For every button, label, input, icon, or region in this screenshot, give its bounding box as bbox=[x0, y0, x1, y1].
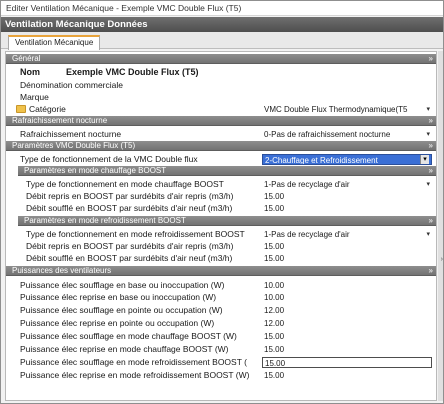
puissance-label: Puissance élec reprise en mode chauffage… bbox=[20, 344, 229, 354]
row-puissance-6: Puissance élec reprise en mode chauffage… bbox=[6, 344, 436, 355]
chevron-double-up-icon[interactable]: » bbox=[429, 116, 433, 126]
boost-chauffage-type-select[interactable]: 1-Pas de recyclage d'air ▾ bbox=[262, 179, 432, 190]
puissance-label: Puissance élec soufflage en mode refroid… bbox=[20, 357, 247, 367]
dropdown-arrow-icon[interactable]: ▾ bbox=[426, 129, 430, 140]
row-nom: Nom Exemple VMC Double Flux (T5) bbox=[6, 67, 436, 78]
puissance-label: Puissance élec reprise en pointe ou occu… bbox=[20, 318, 215, 328]
section-puissances[interactable]: Puissances des ventilateurs » bbox=[6, 266, 436, 276]
row-puissance-4: Puissance élec reprise en pointe ou occu… bbox=[6, 318, 436, 329]
puissance-field[interactable]: 15.00 bbox=[262, 357, 432, 368]
row-boost-chauffage-debit-souffle: Débit soufflé en BOOST par surdébits d'a… bbox=[6, 203, 436, 214]
chevron-double-up-icon[interactable]: » bbox=[429, 141, 433, 151]
row-puissance-1: Puissance élec soufflage en base ou inoc… bbox=[6, 280, 436, 291]
boost-refroid-type-value: 1-Pas de recyclage d'air bbox=[264, 230, 350, 239]
type-fonctionnement-select[interactable]: 2-Chauffage et Refroidissement ▾ bbox=[262, 154, 432, 165]
dropdown-arrow-icon[interactable]: ▾ bbox=[420, 155, 429, 164]
section-boost-refroid[interactable]: Paramètres en mode refroidissement BOOST… bbox=[18, 216, 436, 226]
marque-label: Marque bbox=[20, 92, 49, 102]
row-puissance-5: Puissance élec soufflage en mode chauffa… bbox=[6, 331, 436, 342]
puissance-field[interactable]: 10.00 bbox=[262, 280, 432, 291]
tab-bar: Ventilation Mécanique bbox=[1, 32, 443, 50]
puissance-field[interactable]: 10.00 bbox=[262, 292, 432, 303]
rafraichissement-label: Rafraichissement nocturne bbox=[20, 129, 122, 139]
nom-label: Nom bbox=[20, 67, 40, 77]
categorie-select[interactable]: VMC Double Flux Thermodynamique(T5 ▾ bbox=[262, 104, 432, 115]
row-marque: Marque bbox=[6, 92, 436, 103]
boost-refroid-debit-souffle-field[interactable]: 15.00 bbox=[262, 253, 432, 264]
puissance-field[interactable]: 15.00 bbox=[262, 331, 432, 342]
type-fonctionnement-label: Type de fonctionnement de la VMC Double … bbox=[20, 154, 198, 164]
boost-chauffage-type-value: 1-Pas de recyclage d'air bbox=[264, 180, 350, 189]
row-puissance-7: Puissance élec soufflage en mode refroid… bbox=[6, 357, 436, 368]
section-title: Paramètres en mode chauffage BOOST bbox=[24, 166, 167, 175]
denomination-label: Dénomination commerciale bbox=[20, 80, 123, 90]
boost-refroid-debit-souffle-label: Débit soufflé en BOOST par surdébits d'a… bbox=[26, 253, 233, 263]
categorie-label: Catégorie bbox=[29, 104, 66, 114]
section-title: Général bbox=[12, 54, 41, 63]
chevron-right-icon[interactable]: › bbox=[441, 256, 443, 263]
section-title: Paramètres en mode refroidissement BOOST bbox=[24, 216, 186, 225]
section-boost-chauffage[interactable]: Paramètres en mode chauffage BOOST » bbox=[18, 166, 436, 176]
row-puissance-2: Puissance élec reprise en base ou inoccu… bbox=[6, 292, 436, 303]
dialog-window: Editer Ventilation Mécanique - Exemple V… bbox=[0, 0, 444, 404]
section-rafraichissement[interactable]: Rafraichissement nocturne » bbox=[6, 116, 436, 126]
section-parametres[interactable]: Paramètres VMC Double Flux (T5) » bbox=[6, 141, 436, 151]
row-boost-refroid-type: Type de fonctionnement en mode refroidis… bbox=[6, 229, 436, 240]
puissance-label: Puissance élec soufflage en base ou inoc… bbox=[20, 280, 225, 290]
section-general[interactable]: Général » bbox=[6, 54, 436, 64]
section-title: Puissances des ventilateurs bbox=[12, 266, 112, 275]
boost-refroid-type-select[interactable]: 1-Pas de recyclage d'air ▾ bbox=[262, 229, 432, 240]
rafraichissement-value: 0-Pas de rafraichissement nocturne bbox=[264, 130, 391, 139]
chevron-double-up-icon[interactable]: » bbox=[429, 216, 433, 226]
puissance-label: Puissance élec soufflage en pointe ou oc… bbox=[20, 305, 223, 315]
row-boost-refroid-debit-souffle: Débit soufflé en BOOST par surdébits d'a… bbox=[6, 253, 436, 264]
chevron-double-up-icon[interactable]: » bbox=[429, 166, 433, 176]
boost-chauffage-type-label: Type de fonctionnement en mode chauffage… bbox=[26, 179, 224, 189]
dropdown-arrow-icon[interactable]: ▾ bbox=[426, 104, 430, 115]
type-fonctionnement-value: 2-Chauffage et Refroidissement bbox=[265, 156, 378, 165]
row-puissance-8: Puissance élec reprise en mode refroidis… bbox=[6, 370, 436, 381]
dropdown-arrow-icon[interactable]: ▾ bbox=[426, 229, 430, 240]
tab-ventilation-mecanique[interactable]: Ventilation Mécanique bbox=[8, 35, 101, 50]
boost-chauffage-debit-repris-label: Débit repris en BOOST par surdébits d'ai… bbox=[26, 191, 234, 201]
window-title: Editer Ventilation Mécanique - Exemple V… bbox=[1, 1, 443, 16]
boost-refroid-type-label: Type de fonctionnement en mode refroidis… bbox=[26, 229, 245, 239]
section-title: Rafraichissement nocturne bbox=[12, 116, 108, 125]
rafraichissement-select[interactable]: 0-Pas de rafraichissement nocturne ▾ bbox=[262, 129, 432, 140]
puissance-field[interactable]: 15.00 bbox=[262, 344, 432, 355]
row-categorie: Catégorie VMC Double Flux Thermodynamiqu… bbox=[6, 104, 436, 115]
dropdown-arrow-icon[interactable]: ▾ bbox=[426, 179, 430, 190]
puissance-field[interactable]: 15.00 bbox=[262, 370, 432, 381]
puissance-label: Puissance élec soufflage en mode chauffa… bbox=[20, 331, 237, 341]
row-boost-chauffage-debit-repris: Débit repris en BOOST par surdébits d'ai… bbox=[6, 191, 436, 202]
boost-refroid-debit-repris-label: Débit repris en BOOST par surdébits d'ai… bbox=[26, 241, 234, 251]
boost-refroid-debit-repris-field[interactable]: 15.00 bbox=[262, 241, 432, 252]
puissance-field[interactable]: 12.00 bbox=[262, 305, 432, 316]
puissance-label: Puissance élec reprise en base ou inoccu… bbox=[20, 292, 217, 302]
row-rafraichissement: Rafraichissement nocturne 0-Pas de rafra… bbox=[6, 129, 436, 140]
chevron-double-up-icon[interactable]: » bbox=[429, 54, 433, 64]
folder-icon bbox=[16, 105, 26, 113]
puissance-label: Puissance élec reprise en mode refroidis… bbox=[20, 370, 250, 380]
panel-header: Ventilation Mécanique Données bbox=[1, 17, 443, 32]
row-boost-chauffage-type: Type de fonctionnement en mode chauffage… bbox=[6, 179, 436, 190]
chevron-double-up-icon[interactable]: » bbox=[429, 266, 433, 276]
splitter[interactable]: › bbox=[438, 51, 443, 401]
property-grid: Général » Nom Exemple VMC Double Flux (T… bbox=[5, 51, 437, 401]
row-boost-refroid-debit-repris: Débit repris en BOOST par surdébits d'ai… bbox=[6, 241, 436, 252]
row-denomination: Dénomination commerciale bbox=[6, 80, 436, 91]
categorie-label-wrap: Catégorie bbox=[16, 104, 66, 115]
row-type-fonctionnement: Type de fonctionnement de la VMC Double … bbox=[6, 154, 436, 165]
row-puissance-3: Puissance élec soufflage en pointe ou oc… bbox=[6, 305, 436, 316]
section-title: Paramètres VMC Double Flux (T5) bbox=[12, 141, 136, 150]
boost-chauffage-debit-souffle-label: Débit soufflé en BOOST par surdébits d'a… bbox=[26, 203, 233, 213]
boost-chauffage-debit-repris-field[interactable]: 15.00 bbox=[262, 191, 432, 202]
categorie-value: VMC Double Flux Thermodynamique(T5 bbox=[264, 105, 408, 114]
boost-chauffage-debit-souffle-field[interactable]: 15.00 bbox=[262, 203, 432, 214]
nom-value[interactable]: Exemple VMC Double Flux (T5) bbox=[66, 67, 199, 78]
puissance-field[interactable]: 12.00 bbox=[262, 318, 432, 329]
